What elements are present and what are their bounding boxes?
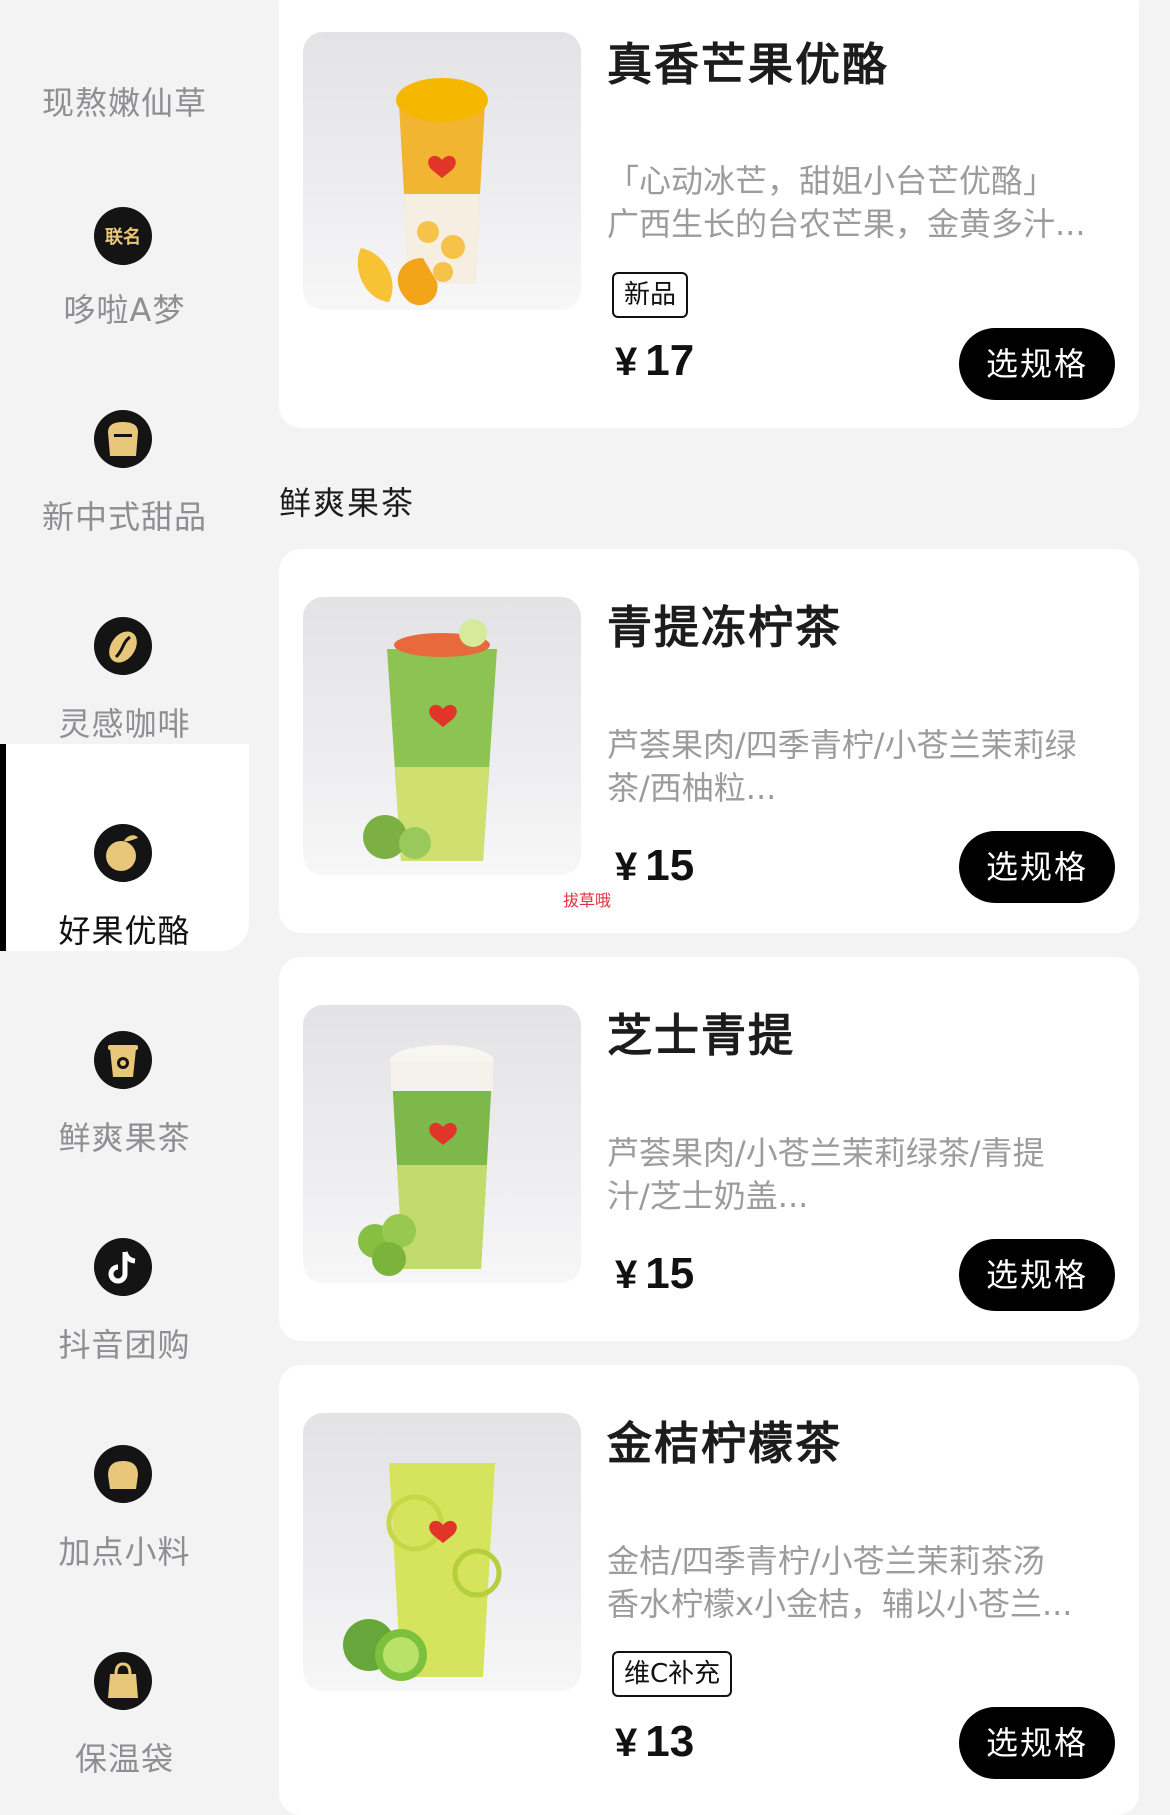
currency-symbol: ¥ [615,845,638,889]
product-description-line: 广西生长的台农芒果，金黄多汁... [607,205,1086,243]
sidebar-item-bag[interactable]: 保温袋 [0,1596,249,1803]
currency-symbol: ¥ [615,1721,638,1765]
sidebar-item-label: 好果优酪 [58,912,191,950]
sidebar-item-label: 新中式甜品 [41,498,207,536]
product-description-line: 茶/西柚粒... [607,769,777,807]
sidebar-item-label: 现熬嫩仙草 [41,84,207,122]
product-description: 芦荟果肉/小苍兰茉莉绿茶/青提 汁/芝士奶盖... [607,1132,1107,1218]
product-card[interactable]: 真香芒果优酪 「心动冰芒，甜姐小台芒优酪」 广西生长的台农芒果，金黄多汁... … [279,0,1139,428]
product-card[interactable]: 芝士青提 芦荟果肉/小苍兰茉莉绿茶/青提 汁/芝士奶盖... ¥15 选规格 [279,957,1139,1341]
product-description: 芦荟果肉/四季青柠/小苍兰茉莉绿 茶/西柚粒... [607,724,1107,810]
sidebar-item-toppings[interactable]: 加点小料 [0,1389,249,1596]
price-value: 15 [645,1249,695,1298]
sidebar-item-label: 保温袋 [74,1740,174,1778]
product-card[interactable]: 青提冻柠茶 芦荟果肉/四季青柠/小苍兰茉莉绿 茶/西柚粒... ¥15 选规格 [279,549,1139,933]
product-image [303,1005,581,1283]
sidebar-item-label: 哆啦A梦 [63,291,186,329]
watermark: 拔草哦 [563,891,612,910]
section-title: 鲜爽果茶 [279,484,416,522]
douyin-icon [94,1238,152,1296]
currency-symbol: ¥ [615,340,638,384]
category-sidebar: 现熬嫩仙草 联名 哆啦A梦 新中式甜品 灵感咖啡 好果优酪 鲜爽果茶 抖音团购 … [0,0,249,1795]
product-tag: 新品 [612,272,689,318]
sidebar-item-label: 灵感咖啡 [58,705,191,743]
active-indicator [0,744,6,951]
product-price: ¥13 [615,1717,694,1767]
price-value: 13 [645,1717,695,1766]
product-description-line: 香水柠檬x小金桔，辅以小苍兰... [607,1585,1073,1623]
product-description-line: 芦荟果肉/小苍兰茉莉绿茶/青提 [607,1134,1045,1172]
product-image [303,32,581,310]
sidebar-item-fruit-yogurt[interactable]: 好果优酪 [0,744,249,951]
product-description: 「心动冰芒，甜姐小台芒优酪」 广西生长的台农芒果，金黄多汁... [607,160,1107,246]
product-price: ¥15 [615,841,694,891]
product-name: 真香芒果优酪 [607,38,890,91]
select-spec-button[interactable]: 选规格 [959,1707,1115,1779]
fruit-tea-cup-icon [94,1031,152,1089]
currency-symbol: ¥ [615,1253,638,1297]
sidebar-item-dessert[interactable]: 新中式甜品 [0,354,249,561]
bag-icon [94,1652,152,1710]
select-spec-button[interactable]: 选规格 [959,328,1115,400]
sidebar-item-label: 抖音团购 [58,1326,191,1364]
product-price: ¥17 [615,336,694,386]
product-card[interactable]: 金桔柠檬茶 金桔/四季青柠/小苍兰茉莉茶汤 香水柠檬x小金桔，辅以小苍兰... … [279,1365,1139,1815]
sidebar-item-label: 鲜爽果茶 [58,1119,191,1157]
select-spec-button[interactable]: 选规格 [959,1239,1115,1311]
price-value: 15 [645,841,695,890]
product-image [303,597,581,875]
svg-text:联名: 联名 [105,226,141,248]
coffee-bean-icon [94,617,152,675]
sidebar-item-doraemon[interactable]: 联名 哆啦A梦 [0,147,249,354]
sidebar-item-coffee[interactable]: 灵感咖啡 [0,561,249,768]
sidebar-item-douyin[interactable]: 抖音团购 [0,1182,249,1389]
product-description-line: 汁/芝士奶盖... [607,1177,809,1215]
product-description-line: 「心动冰芒，甜姐小台芒优酪」 [607,162,1056,200]
fruit-yogurt-icon [94,824,152,882]
product-name: 青提冻柠茶 [607,601,843,654]
co-brand-badge-icon: 联名 [94,207,152,265]
select-spec-button[interactable]: 选规格 [959,831,1115,903]
product-name: 芝士青提 [607,1009,796,1062]
sidebar-item-fruit-tea[interactable]: 鲜爽果茶 [0,975,249,1182]
product-name: 金桔柠檬茶 [607,1417,843,1470]
product-description-line: 芦荟果肉/四季青柠/小苍兰茉莉绿 [607,726,1077,764]
toppings-icon [94,1445,152,1503]
product-tag: 维C补充 [612,1651,733,1697]
price-value: 17 [645,336,695,385]
sidebar-item-herb-jelly[interactable]: 现熬嫩仙草 [0,0,249,147]
sidebar-item-label: 加点小料 [58,1533,191,1571]
product-description-line: 金桔/四季青柠/小苍兰茉莉茶汤 [607,1542,1045,1580]
product-description: 金桔/四季青柠/小苍兰茉莉茶汤 香水柠檬x小金桔，辅以小苍兰... [607,1540,1107,1626]
product-price: ¥15 [615,1249,694,1299]
dessert-icon [94,410,152,468]
product-image [303,1413,581,1691]
